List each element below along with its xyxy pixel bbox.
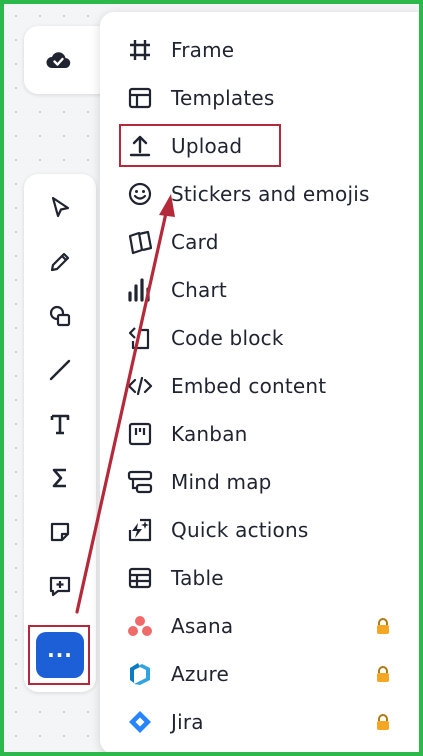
menu-item-label: Azure [171,662,229,686]
pen-icon [50,252,70,272]
menu-item-label: Card [171,230,219,254]
menu-item-label: Upload [171,134,243,158]
code-block-icon [126,324,154,352]
text-icon [50,414,70,435]
menu-item-label: Code block [171,326,284,350]
lock-icon [374,713,392,731]
menu-item-stickers-and-emojis[interactable]: Stickers and emojis [100,170,422,218]
more-tools-button[interactable]: ··· [36,632,84,678]
menu-item-table[interactable]: Table [100,554,422,602]
menu-item-code-block[interactable]: Code block [100,314,422,362]
shapes-icon [49,305,71,327]
line-tool-button[interactable] [46,356,74,384]
comment-icon [49,576,71,597]
menu-item-quick-actions[interactable]: Quick actions [100,506,422,554]
menu-item-label: Mind map [171,470,272,494]
menu-item-label: Asana [171,614,234,638]
left-toolbar: ··· [24,174,96,692]
shapes-tool-button[interactable] [46,302,74,330]
smiley-icon [126,180,154,208]
menu-item-azure[interactable]: Azure [100,650,422,698]
text-tool-button[interactable] [46,410,74,438]
menu-item-card[interactable]: Card [100,218,422,266]
pen-tool-button[interactable] [46,248,74,276]
select-tool-button[interactable] [46,194,74,222]
line-icon [49,359,71,381]
menu-item-label: Templates [171,86,275,110]
azure-icon [126,660,154,688]
embed-icon [126,372,154,400]
sticky-note-icon [50,522,70,542]
menu-item-upload[interactable]: Upload [100,122,422,170]
templates-icon [126,84,154,112]
select-icon [51,196,70,218]
menu-item-label: Embed content [171,374,327,398]
sticky-note-tool-button[interactable] [46,518,74,546]
cloud-check-icon [44,46,72,74]
menu-item-label: Frame [171,38,235,62]
more-tools-menu: Frame Templates Upload Stickers and emoj… [100,12,422,754]
card-icon [126,228,154,256]
formula-tool-button[interactable] [46,464,74,492]
menu-item-label: Chart [171,278,227,302]
chart-icon [126,276,154,304]
menu-item-jira[interactable]: Jira [100,698,422,746]
table-icon [126,564,154,592]
menu-item-chart[interactable]: Chart [100,266,422,314]
menu-item-label: Jira [171,710,204,734]
mind-map-icon [126,468,154,496]
menu-item-kanban[interactable]: Kanban [100,410,422,458]
menu-item-templates[interactable]: Templates [100,74,422,122]
frame-icon [126,36,154,64]
kanban-icon [126,420,154,448]
menu-item-frame[interactable]: Frame [100,26,422,74]
quick-actions-icon [126,516,154,544]
menu-item-label: Quick actions [171,518,309,542]
formula-icon [52,468,66,488]
lock-icon [374,665,392,683]
lock-icon [374,617,392,635]
comment-tool-button[interactable] [46,572,74,600]
menu-item-label: Table [171,566,224,590]
jira-icon [126,708,154,736]
asana-icon [126,612,154,640]
cloud-sync-card[interactable] [24,26,112,94]
menu-item-mind-map[interactable]: Mind map [100,458,422,506]
upload-icon [126,132,154,160]
menu-item-asana[interactable]: Asana [100,602,422,650]
menu-item-label: Stickers and emojis [171,182,370,206]
menu-item-embed-content[interactable]: Embed content [100,362,422,410]
menu-item-label: Kanban [171,422,248,446]
